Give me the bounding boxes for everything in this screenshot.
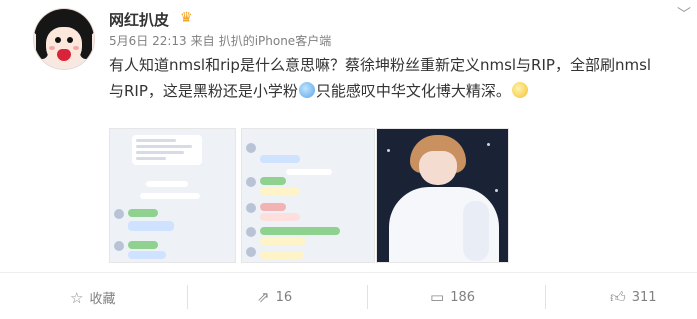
post-meta: 5月6日 22:13 来自 扒扒的iPhone客户端 bbox=[109, 32, 335, 49]
post-text-line2b: 只能感叹中华文化博大精深。 bbox=[315, 82, 511, 100]
user-tag bbox=[260, 227, 340, 235]
repost-count: 16 bbox=[275, 289, 293, 305]
chat-text-line bbox=[136, 145, 192, 148]
chat-bubble bbox=[128, 221, 174, 231]
emoji-tearful-icon bbox=[298, 82, 315, 98]
emoji-smile-icon bbox=[511, 82, 528, 98]
thumb-up-icon: 👍︎ bbox=[610, 288, 626, 306]
chat-text-line bbox=[136, 151, 184, 154]
avatar-cheek-left bbox=[49, 46, 55, 50]
action-separator bbox=[187, 285, 188, 309]
action-separator bbox=[545, 285, 546, 309]
post-text-line2a: 与RIP，这是黑粉还是小学粉 bbox=[109, 82, 298, 100]
avatar-cheek-right bbox=[73, 46, 79, 50]
comment-count: 186 bbox=[450, 289, 476, 305]
star-outline-icon: ☆ bbox=[70, 288, 84, 307]
divider bbox=[0, 272, 697, 273]
user-tag bbox=[260, 177, 286, 185]
avatar-eye-right bbox=[67, 37, 73, 43]
post-image-2[interactable] bbox=[241, 128, 375, 263]
chat-text-line bbox=[136, 157, 166, 160]
chat-bubble bbox=[260, 251, 304, 259]
chat-bubble bbox=[260, 155, 300, 163]
person-face bbox=[419, 151, 457, 185]
chat-avatar bbox=[246, 177, 256, 187]
post-content: 有人知道nmsl和rip是什么意思嘛？蔡徐坤粉丝重新定义nmsl与RIP，全部刷… bbox=[109, 52, 689, 104]
person-arm bbox=[463, 201, 489, 261]
post-image-3[interactable] bbox=[376, 128, 509, 263]
chat-avatar bbox=[246, 203, 256, 213]
stage-light bbox=[387, 149, 390, 152]
comment-icon: ▭ bbox=[430, 288, 445, 306]
favorite-label: 收藏 bbox=[89, 292, 116, 307]
like-count: 311 bbox=[631, 290, 657, 305]
post-text-line1: 有人知道nmsl和rip是什么意思嘛？蔡徐坤粉丝重新定义nmsl与RIP，全部刷… bbox=[109, 56, 652, 74]
chat-bubble bbox=[128, 251, 166, 259]
chat-system-message bbox=[140, 193, 200, 199]
chat-bubble bbox=[260, 237, 306, 245]
chat-avatar bbox=[246, 247, 256, 257]
chat-avatar bbox=[246, 227, 256, 237]
post-image-1[interactable] bbox=[109, 128, 236, 263]
username[interactable]: 网红扒皮 bbox=[109, 9, 169, 30]
chat-system-message bbox=[146, 181, 188, 187]
like-button[interactable]: 👍︎ 311 bbox=[610, 288, 657, 307]
vip-badge-icon: ♛ bbox=[180, 10, 193, 26]
user-tag bbox=[128, 241, 158, 249]
chat-bubble bbox=[260, 187, 300, 195]
source-prefix: 来自 bbox=[190, 34, 215, 48]
post-source[interactable]: 扒扒的iPhone客户端 bbox=[219, 34, 332, 48]
stage-light bbox=[495, 189, 498, 192]
chevron-down-icon[interactable]: ﹀ bbox=[677, 4, 691, 24]
comment-button[interactable]: ▭ 186 bbox=[430, 288, 475, 306]
avatar-eye-left bbox=[55, 37, 61, 43]
user-tag bbox=[128, 209, 158, 217]
chat-bubble bbox=[260, 213, 300, 221]
avatar[interactable] bbox=[33, 8, 95, 70]
chat-avatar bbox=[246, 143, 256, 153]
action-separator bbox=[367, 285, 368, 309]
stage-light bbox=[487, 143, 490, 146]
post-date[interactable]: 5月6日 22:13 bbox=[109, 34, 187, 48]
chat-text-line bbox=[136, 139, 176, 142]
favorite-button[interactable]: ☆ 收藏 bbox=[70, 288, 116, 308]
chat-avatar bbox=[114, 209, 124, 219]
user-tag bbox=[260, 203, 286, 211]
share-icon: ⇗ bbox=[257, 288, 270, 306]
chat-system-message bbox=[286, 169, 332, 175]
repost-button[interactable]: ⇗ 16 bbox=[257, 288, 292, 306]
chat-avatar bbox=[114, 241, 124, 251]
